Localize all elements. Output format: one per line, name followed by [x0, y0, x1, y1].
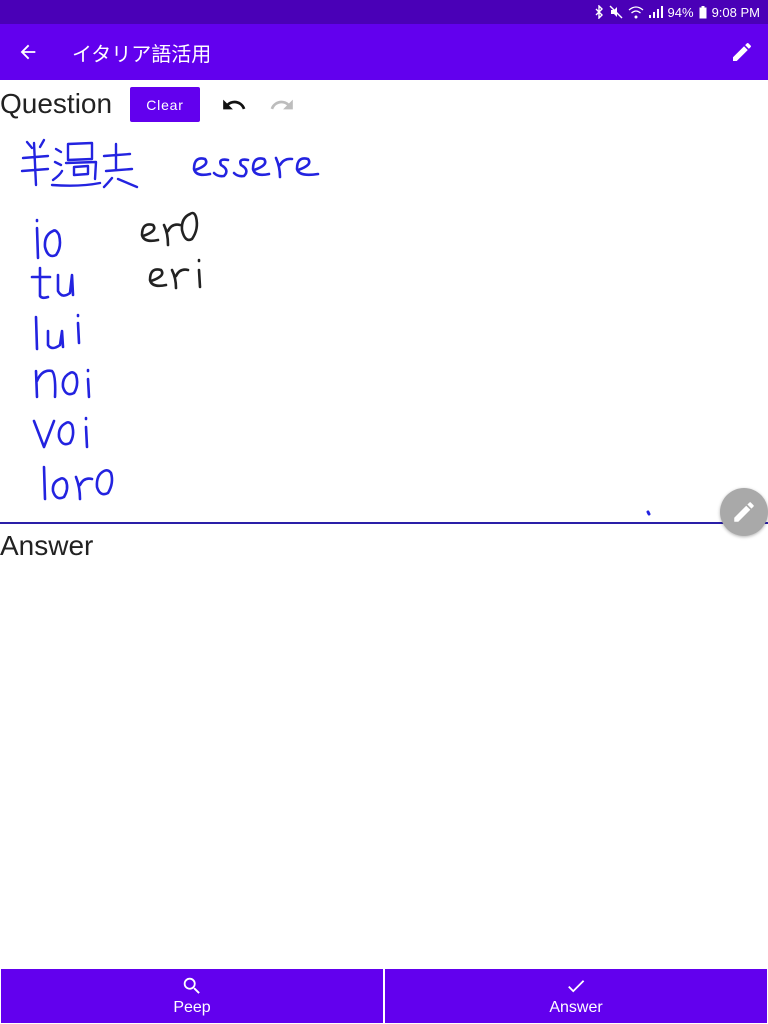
- edit-button[interactable]: [730, 40, 754, 64]
- battery-icon: [699, 5, 707, 18]
- canvas-divider: [0, 522, 768, 524]
- handwriting-canvas[interactable]: [0, 125, 768, 523]
- battery-percent: 94%: [667, 4, 694, 20]
- undo-icon: [223, 99, 246, 110]
- bluetooth-icon: [595, 5, 603, 19]
- handwritten-heading-essere: [192, 156, 320, 179]
- clock: 9:08 PM: [711, 4, 760, 20]
- redo-button[interactable]: [268, 92, 296, 118]
- wifi-icon: [628, 5, 643, 18]
- back-button[interactable]: [0, 24, 56, 80]
- handwritten-answers: [140, 211, 202, 290]
- handwritten-pronouns: [30, 218, 114, 501]
- handwritten-heading-kanji: [20, 138, 139, 189]
- check-icon: [568, 980, 585, 993]
- answer-label: Answer: [0, 530, 94, 561]
- stray-ink-dot: [646, 510, 651, 516]
- mute-icon: [609, 5, 623, 19]
- clear-button[interactable]: Clear: [130, 87, 200, 122]
- app-bar: イタリア語活用: [0, 24, 768, 80]
- floating-pen-button[interactable]: [720, 488, 768, 536]
- redo-icon: [270, 99, 293, 110]
- answer-button[interactable]: Answer: [385, 969, 767, 1023]
- peep-label: Peep: [173, 999, 211, 1016]
- pencil-icon: [733, 42, 752, 61]
- undo-button[interactable]: [220, 92, 248, 118]
- peep-button[interactable]: Peep: [1, 969, 383, 1023]
- question-label: Question: [0, 88, 113, 119]
- pencil-icon: [734, 502, 754, 522]
- status-bar: 94% 9:08 PM: [0, 0, 768, 24]
- arrow-back-icon: [20, 44, 36, 60]
- search-icon: [183, 977, 200, 994]
- page-title: イタリア語活用: [72, 43, 212, 66]
- signal-icon: [648, 6, 663, 18]
- bottom-bar: Peep Answer: [0, 968, 768, 1024]
- answer-button-label: Answer: [549, 999, 603, 1016]
